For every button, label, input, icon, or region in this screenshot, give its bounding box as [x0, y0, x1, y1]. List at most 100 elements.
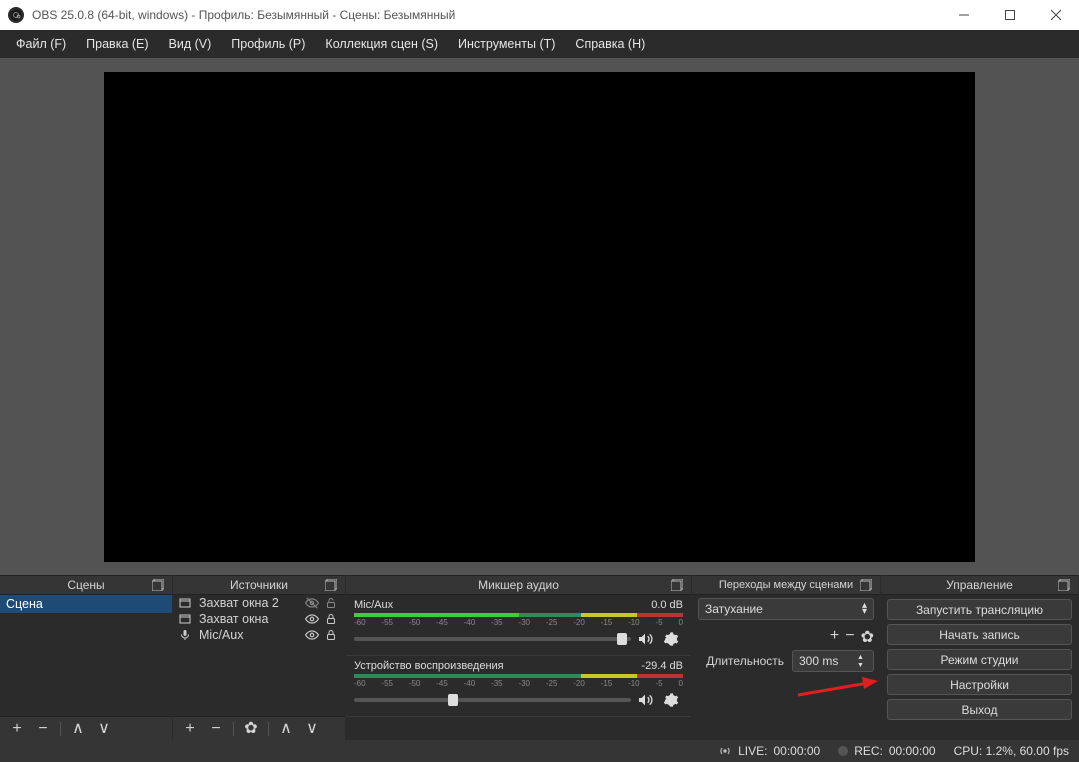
select-updown-icon: ▴▾: [862, 603, 867, 615]
duration-value: 300 ms: [799, 654, 838, 668]
mic-icon: [179, 629, 193, 641]
channel-name: Устройство воспроизведения: [354, 660, 504, 672]
transitions-header: Переходы между сценами: [692, 575, 880, 595]
channel-name: Mic/Aux: [354, 599, 393, 611]
sources-list[interactable]: Захват окна 2Захват окна Mic/Aux: [173, 595, 345, 716]
source-move-up-button[interactable]: ∧: [277, 721, 295, 737]
minimize-button[interactable]: [941, 0, 987, 30]
scene-move-down-button[interactable]: ∨: [95, 721, 113, 737]
source-label: Захват окна: [199, 612, 299, 626]
spin-controls[interactable]: ▲▼: [857, 654, 867, 669]
menu-scene-collection[interactable]: Коллекция сцен (S): [315, 33, 448, 55]
visibility-toggle-icon[interactable]: [305, 628, 319, 642]
source-move-down-button[interactable]: ∨: [303, 721, 321, 737]
controls-body: Запустить трансляцию Начать запись Режим…: [881, 595, 1078, 740]
scenes-dock: Сцены Сцена + − ∧ ∨: [0, 575, 173, 740]
transitions-dock: Переходы между сценами Затухание ▴▾ + − …: [692, 575, 881, 740]
settings-button[interactable]: Настройки: [887, 674, 1072, 695]
volume-slider[interactable]: [354, 698, 631, 702]
studio-mode-button[interactable]: Режим студии: [887, 649, 1072, 670]
duration-spinbox[interactable]: 300 ms ▲▼: [792, 650, 874, 672]
sources-title: Источники: [230, 578, 288, 592]
source-row[interactable]: Захват окна: [173, 611, 345, 627]
dock-popout-icon[interactable]: [152, 579, 166, 593]
source-remove-button[interactable]: −: [207, 721, 225, 737]
menu-bar: Файл (F) Правка (E) Вид (V) Профиль (P) …: [0, 30, 1079, 58]
menu-edit[interactable]: Правка (E): [76, 33, 158, 55]
start-streaming-button[interactable]: Запустить трансляцию: [887, 599, 1072, 620]
visibility-toggle-icon[interactable]: [305, 596, 319, 610]
transition-remove-button[interactable]: −: [845, 627, 854, 647]
transition-add-button[interactable]: +: [830, 627, 839, 647]
mixer-title: Микшер аудио: [478, 578, 559, 592]
live-label: LIVE:: [738, 744, 767, 758]
transition-tools: + − ✿: [692, 627, 880, 647]
source-row[interactable]: Mic/Aux: [173, 627, 345, 643]
transitions-title: Переходы между сценами: [719, 579, 853, 591]
start-recording-button[interactable]: Начать запись: [887, 624, 1072, 645]
scenes-header: Сцены: [0, 575, 172, 595]
dock-popout-icon[interactable]: [1058, 579, 1072, 593]
rec-time: 00:00:00: [889, 744, 936, 758]
audio-meter: -60-55-50-45-40-35-30-25-20-15-10-50: [354, 613, 683, 627]
transition-select[interactable]: Затухание ▴▾: [698, 598, 874, 620]
maximize-button[interactable]: [987, 0, 1033, 30]
transition-settings-button[interactable]: ✿: [861, 627, 874, 647]
live-time: 00:00:00: [773, 744, 820, 758]
sources-toolbar: + − ✿ ∧ ∨: [173, 716, 345, 740]
rec-label: REC:: [854, 744, 883, 758]
transition-selected: Затухание: [705, 602, 763, 616]
source-properties-button[interactable]: ✿: [242, 721, 260, 737]
record-dot-icon: [838, 746, 848, 756]
cpu-status: CPU: 1.2%, 60.00 fps: [954, 744, 1069, 758]
source-add-button[interactable]: +: [181, 721, 199, 737]
gear-icon[interactable]: [663, 692, 683, 708]
sources-dock: Источники Захват окна 2Захват окна Mic/Au…: [173, 575, 346, 740]
window-icon: [179, 597, 193, 609]
menu-help[interactable]: Справка (H): [565, 33, 655, 55]
menu-view[interactable]: Вид (V): [159, 33, 222, 55]
scene-move-up-button[interactable]: ∧: [69, 721, 87, 737]
scene-add-button[interactable]: +: [8, 721, 26, 737]
exit-button[interactable]: Выход: [887, 699, 1072, 720]
dock-popout-icon[interactable]: [325, 579, 339, 593]
speaker-icon[interactable]: [637, 692, 657, 708]
menu-file[interactable]: Файл (F): [6, 33, 76, 55]
separator: [60, 722, 61, 736]
controls-title: Управление: [946, 578, 1013, 592]
controls-dock: Управление Запустить трансляцию Начать з…: [881, 575, 1079, 740]
scene-remove-button[interactable]: −: [34, 721, 52, 737]
separator: [268, 722, 269, 736]
visibility-toggle-icon[interactable]: [305, 612, 319, 626]
scene-row[interactable]: Сцена: [0, 595, 172, 613]
dock-popout-icon[interactable]: [860, 579, 874, 593]
menu-profile[interactable]: Профиль (P): [221, 33, 315, 55]
transitions-body: Затухание ▴▾ + − ✿ Длительность 300 ms ▲…: [692, 595, 880, 740]
source-label: Mic/Aux: [199, 628, 299, 642]
mixer-channel: Mic/Aux 0.0 dB -60-55-50-45-40-35-30-25-20…: [346, 595, 691, 656]
volume-slider[interactable]: [354, 637, 631, 641]
menu-tools[interactable]: Инструменты (T): [448, 33, 565, 55]
lock-toggle-icon[interactable]: [325, 629, 339, 641]
window-title: OBS 25.0.8 (64-bit, windows) - Профиль: …: [32, 8, 941, 22]
lock-toggle-icon[interactable]: [325, 597, 339, 609]
scenes-list[interactable]: Сцена: [0, 595, 172, 716]
source-row[interactable]: Захват окна 2: [173, 595, 345, 611]
window-titlebar: OBS 25.0.8 (64-bit, windows) - Профиль: …: [0, 0, 1079, 30]
rec-status: REC: 00:00:00: [838, 744, 935, 758]
annotation-arrow: [798, 677, 878, 701]
separator: [233, 722, 234, 736]
gear-icon[interactable]: [663, 631, 683, 647]
status-bar: LIVE: 00:00:00 REC: 00:00:00 CPU: 1.2%, …: [0, 740, 1079, 762]
close-button[interactable]: [1033, 0, 1079, 30]
live-status: LIVE: 00:00:00: [718, 744, 820, 758]
channel-db: -29.4 dB: [641, 660, 683, 672]
dock-popout-icon[interactable]: [671, 579, 685, 593]
preview-canvas[interactable]: [104, 72, 975, 562]
speaker-icon[interactable]: [637, 631, 657, 647]
scenes-title: Сцены: [67, 578, 104, 592]
window-icon: [179, 613, 193, 625]
mixer-channel: Устройство воспроизведения-29.4 dB-60-55…: [346, 656, 691, 717]
lock-toggle-icon[interactable]: [325, 613, 339, 625]
channel-db: 0.0 dB: [651, 599, 683, 611]
